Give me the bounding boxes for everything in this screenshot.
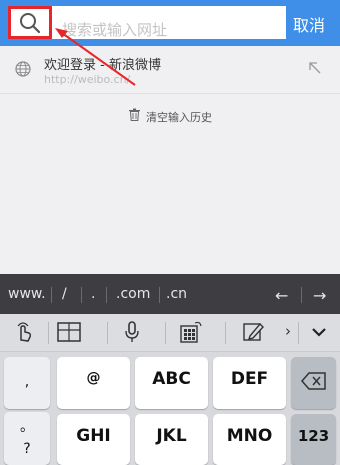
url-separator — [106, 287, 107, 303]
cursor-right-button[interactable]: → — [313, 286, 326, 305]
gesture-icon[interactable] — [14, 320, 34, 344]
suggestion-title: 欢迎登录 - 新浪微博 — [44, 58, 161, 73]
key-at-label: @ — [86, 370, 101, 386]
key-jkl[interactable]: JKL — [135, 414, 208, 465]
key-ghi[interactable]: GHI — [57, 414, 130, 465]
content-area — [0, 136, 340, 274]
more-tools-arrow[interactable]: › — [285, 322, 291, 340]
suggestion-url: http://weibo.cn/ — [44, 73, 131, 86]
key-period[interactable]: 。 ? — [4, 412, 50, 465]
keyboard-layout-icon[interactable] — [57, 320, 81, 344]
edit-icon[interactable] — [242, 320, 264, 344]
toolbar-separator — [225, 322, 226, 344]
backspace-icon — [300, 372, 326, 390]
clear-history-label: 清空输入历史 — [146, 111, 212, 124]
hide-keyboard-icon[interactable] — [310, 320, 328, 344]
backspace-key[interactable] — [291, 357, 336, 409]
key-period-label: 。 — [20, 419, 34, 435]
search-icon — [20, 13, 41, 34]
microphone-icon[interactable] — [124, 320, 140, 344]
toolbar-separator — [48, 322, 49, 344]
url-key-www[interactable]: www. — [8, 286, 46, 302]
trash-icon — [129, 108, 140, 121]
url-separator — [159, 287, 160, 303]
key-comma[interactable]: , — [4, 357, 50, 409]
key-def[interactable]: DEF — [213, 357, 286, 409]
numeric-key-label: 123 — [297, 427, 330, 445]
cancel-button[interactable]: 取消 — [293, 12, 325, 36]
globe-icon — [15, 61, 31, 77]
url-key-dot[interactable]: . — [91, 286, 95, 302]
url-shortcut-bar: www. / . .com .cn ← → — [0, 274, 340, 314]
key-mno-label: MNO — [226, 426, 273, 446]
numeric-switch-key[interactable]: 123 — [291, 414, 336, 465]
url-separator — [51, 287, 52, 303]
key-symbol-at[interactable]: @ — [57, 357, 130, 409]
url-key-slash[interactable]: / — [62, 286, 67, 302]
key-question-label: ? — [23, 441, 31, 457]
key-jkl-label: JKL — [156, 426, 187, 446]
clear-history-button[interactable]: 清空输入历史 — [0, 95, 340, 135]
toolbar-separator — [165, 322, 166, 344]
toolbar-separator — [107, 322, 108, 344]
key-abc-label: ABC — [152, 369, 191, 389]
keypad-switch-icon[interactable] — [179, 320, 203, 344]
key-mno[interactable]: MNO — [213, 414, 286, 465]
url-key-cn[interactable]: .cn — [166, 286, 187, 302]
search-placeholder: 搜索或输入网址 — [62, 21, 168, 39]
key-ghi-label: GHI — [76, 426, 111, 446]
url-separator — [81, 287, 82, 303]
fill-into-search-icon[interactable] — [307, 60, 323, 76]
key-abc[interactable]: ABC — [135, 357, 208, 409]
suggestion-item[interactable]: 欢迎登录 - 新浪微博 http://weibo.cn/ — [0, 46, 340, 94]
key-def-label: DEF — [230, 369, 269, 389]
url-key-com[interactable]: .com — [116, 286, 150, 302]
url-separator — [301, 287, 302, 303]
key-comma-label: , — [24, 374, 30, 390]
keyboard-toolbar: › — [0, 314, 340, 352]
toolbar-separator — [298, 322, 299, 344]
cursor-left-button[interactable]: ← — [275, 286, 288, 305]
search-icon-highlight[interactable] — [8, 6, 52, 39]
